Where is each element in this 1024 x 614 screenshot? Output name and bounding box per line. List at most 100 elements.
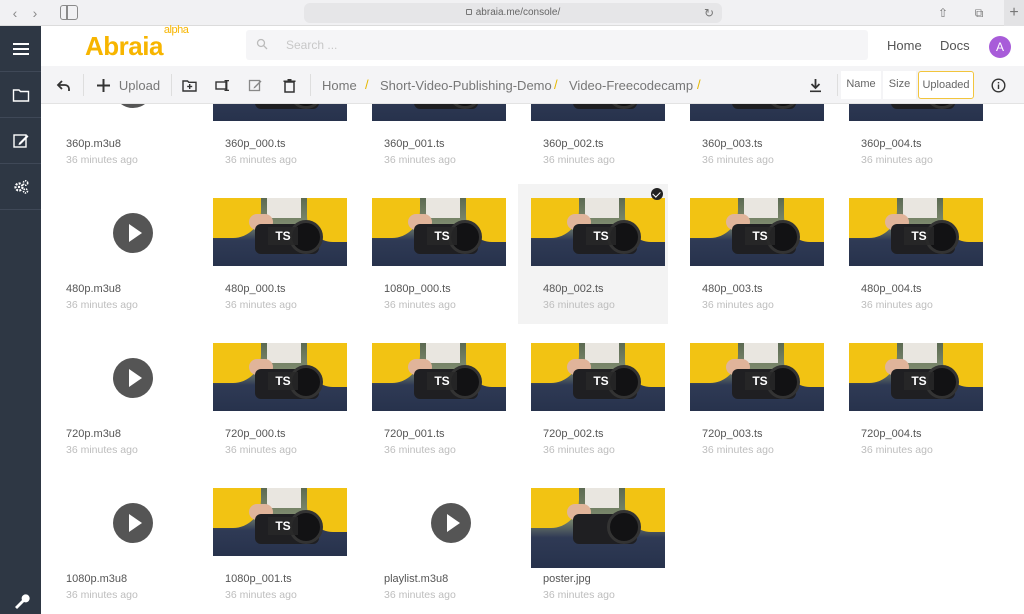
file-thumbnail[interactable] (531, 488, 665, 568)
file-item[interactable]: TS 1080p_000.ts 36 minutes ago (359, 184, 509, 324)
file-item[interactable]: TS 480p_000.ts 36 minutes ago (200, 184, 350, 324)
play-thumbnail[interactable] (54, 198, 188, 266)
file-item[interactable]: TS 720p_003.ts 36 minutes ago (677, 329, 827, 469)
file-item[interactable]: 1080p.m3u8 36 minutes ago (41, 474, 191, 614)
play-thumbnail[interactable] (54, 343, 188, 411)
gears-icon (13, 179, 29, 194)
file-time: 36 minutes ago (702, 154, 774, 166)
file-item[interactable]: TS 480p_002.ts 36 minutes ago (518, 184, 668, 324)
file-thumbnail[interactable]: TS (690, 104, 824, 121)
file-thumbnail[interactable]: TS (531, 198, 665, 266)
sidebar-toggle-icon[interactable] (60, 5, 78, 20)
video-frame-image (849, 104, 983, 121)
file-thumbnail[interactable]: TS (690, 343, 824, 411)
file-item[interactable]: poster.jpg 36 minutes ago (518, 474, 668, 614)
file-item[interactable]: TS 480p_004.ts 36 minutes ago (836, 184, 986, 324)
ts-badge: TS (745, 227, 775, 245)
file-thumbnail[interactable]: TS (849, 343, 983, 411)
file-thumbnail[interactable]: TS (849, 198, 983, 266)
url-bar[interactable]: abraia.me/console/ ↻ (304, 3, 722, 23)
nav-docs-link[interactable]: Docs (940, 38, 970, 53)
file-item[interactable]: 480p.m3u8 36 minutes ago (41, 184, 191, 324)
file-thumbnail[interactable]: TS (531, 343, 665, 411)
file-item[interactable]: playlist.m3u8 36 minutes ago (359, 474, 509, 614)
sort-size-button[interactable]: Size (883, 71, 916, 99)
file-item[interactable]: TS 720p_001.ts 36 minutes ago (359, 329, 509, 469)
breadcrumb-folder[interactable]: Video-Freecodecamp (569, 78, 693, 93)
play-thumbnail[interactable] (372, 488, 506, 556)
file-thumbnail[interactable]: TS (690, 198, 824, 266)
new-folder-button[interactable] (177, 66, 201, 104)
settings-button[interactable] (0, 164, 41, 210)
menu-button[interactable] (0, 26, 41, 72)
play-icon[interactable] (113, 358, 153, 398)
editor-button[interactable] (0, 118, 41, 164)
file-name: 360p_002.ts (543, 138, 604, 150)
file-name: 720p_001.ts (384, 428, 445, 440)
download-button[interactable] (803, 66, 827, 104)
ts-badge: TS (268, 227, 298, 245)
sort-name-button[interactable]: Name (841, 71, 881, 99)
folder-icon (12, 88, 29, 102)
info-button[interactable] (986, 66, 1010, 104)
file-time: 36 minutes ago (543, 589, 615, 601)
file-item[interactable]: TS 360p_000.ts 36 minutes ago (200, 104, 350, 179)
play-icon[interactable] (113, 104, 153, 108)
file-item[interactable]: TS 480p_003.ts 36 minutes ago (677, 184, 827, 324)
play-thumbnail[interactable] (54, 104, 188, 121)
breadcrumb-demo[interactable]: Short-Video-Publishing-Demo (380, 78, 552, 93)
search-input[interactable] (286, 36, 846, 54)
selected-check-icon[interactable] (651, 188, 663, 200)
back-arrow-icon[interactable]: ‹ (6, 4, 24, 22)
tabs-icon[interactable]: ⧉ (970, 4, 988, 22)
file-time: 36 minutes ago (66, 589, 138, 601)
file-thumbnail[interactable]: TS (213, 488, 347, 556)
share-icon[interactable]: ⇧ (934, 4, 952, 22)
new-tab-icon[interactable]: + (1004, 0, 1024, 26)
tools-button[interactable] (0, 588, 41, 614)
play-thumbnail[interactable] (54, 488, 188, 556)
play-icon[interactable] (113, 503, 153, 543)
file-thumbnail[interactable]: TS (213, 198, 347, 266)
file-name: 360p_000.ts (225, 138, 286, 150)
file-item[interactable]: TS 360p_004.ts 36 minutes ago (836, 104, 986, 179)
file-name: 480p_002.ts (543, 283, 604, 295)
file-item[interactable]: TS 1080p_001.ts 36 minutes ago (200, 474, 350, 614)
forward-arrow-icon[interactable]: › (26, 4, 44, 22)
back-button[interactable] (49, 66, 77, 104)
play-icon[interactable] (113, 213, 153, 253)
play-icon[interactable] (431, 503, 471, 543)
ts-badge: TS (586, 372, 616, 390)
breadcrumb-home[interactable]: Home (322, 78, 357, 93)
sort-uploaded-button[interactable]: Uploaded (918, 71, 974, 99)
file-item[interactable]: TS 360p_001.ts 36 minutes ago (359, 104, 509, 179)
abraia-logo[interactable]: Abraiaalpha (85, 24, 189, 62)
nav-home-link[interactable]: Home (887, 38, 922, 53)
avatar[interactable]: A (989, 36, 1011, 58)
file-item[interactable]: TS 720p_000.ts 36 minutes ago (200, 329, 350, 469)
delete-button[interactable] (277, 66, 301, 104)
file-item[interactable]: TS 360p_003.ts 36 minutes ago (677, 104, 827, 179)
files-button[interactable] (0, 72, 41, 118)
file-item[interactable]: TS 360p_002.ts 36 minutes ago (518, 104, 668, 179)
file-thumbnail[interactable]: TS (213, 104, 347, 121)
file-name: 1080p_001.ts (225, 573, 292, 585)
edit-button[interactable] (243, 66, 267, 104)
file-thumbnail[interactable]: TS (849, 104, 983, 121)
rename-button[interactable] (210, 66, 234, 104)
file-thumbnail[interactable]: TS (372, 198, 506, 266)
file-time: 36 minutes ago (702, 299, 774, 311)
file-thumbnail[interactable]: TS (372, 104, 506, 121)
file-item[interactable]: 360p.m3u8 36 minutes ago (41, 104, 191, 179)
file-thumbnail[interactable]: TS (372, 343, 506, 411)
file-item[interactable]: TS 720p_004.ts 36 minutes ago (836, 329, 986, 469)
file-item[interactable]: TS 720p_002.ts 36 minutes ago (518, 329, 668, 469)
file-thumbnail[interactable]: TS (213, 343, 347, 411)
file-item[interactable]: 720p.m3u8 36 minutes ago (41, 329, 191, 469)
file-name: 360p.m3u8 (66, 138, 122, 150)
reload-icon[interactable]: ↻ (704, 3, 714, 23)
file-name: 720p_000.ts (225, 428, 286, 440)
hamburger-icon (12, 42, 29, 55)
upload-button[interactable]: Upload (93, 66, 163, 104)
file-thumbnail[interactable]: TS (531, 104, 665, 121)
